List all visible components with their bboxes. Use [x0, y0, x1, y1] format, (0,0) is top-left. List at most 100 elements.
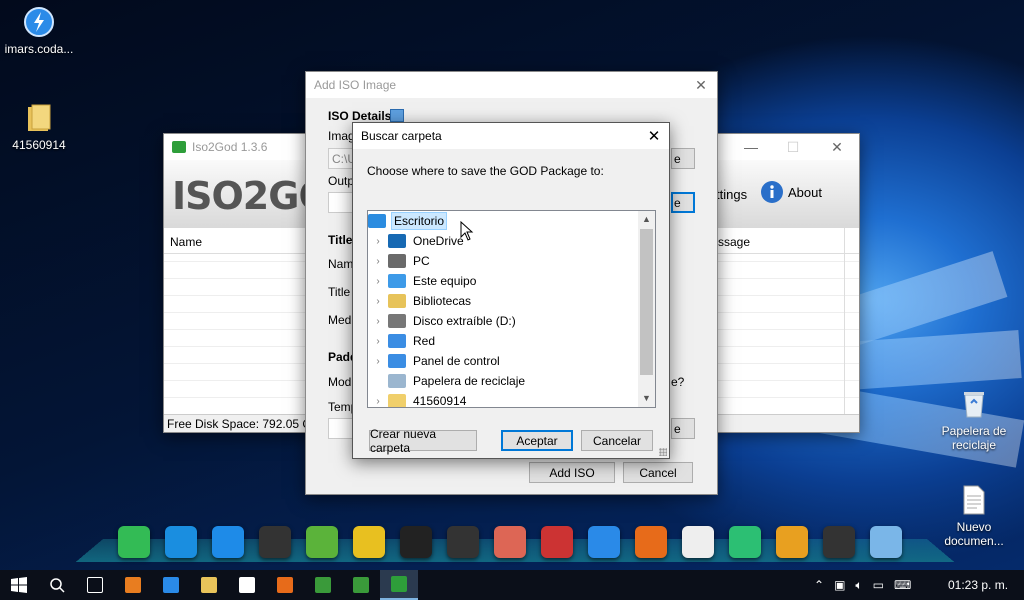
- volume-icon[interactable]: 🔈︎: [855, 578, 862, 593]
- scroll-thumb[interactable]: [640, 229, 653, 375]
- need-for-speed-icon[interactable]: [392, 522, 439, 562]
- add-iso-button[interactable]: Add ISO: [529, 462, 615, 483]
- tree-item-label: 41560914: [413, 394, 467, 408]
- tree-item[interactable]: Escritorio: [368, 211, 638, 231]
- expand-chevron-icon[interactable]: ›: [368, 276, 388, 287]
- media-player-icon[interactable]: [114, 570, 152, 600]
- edge-icon[interactable]: [152, 570, 190, 600]
- add-iso-cancel-button[interactable]: Cancel: [623, 462, 693, 483]
- expand-chevron-icon[interactable]: ›: [368, 396, 388, 407]
- output-label: Outp: [328, 174, 355, 188]
- tree-item[interactable]: › PC: [368, 251, 638, 271]
- search-icon[interactable]: [38, 570, 76, 600]
- expand-chevron-icon[interactable]: ›: [368, 296, 388, 307]
- app-dock: [110, 520, 920, 564]
- camtasia-2-icon[interactable]: [342, 570, 380, 600]
- user-icon: [388, 254, 406, 268]
- black-ops-icon[interactable]: [439, 522, 486, 562]
- expand-chevron-icon[interactable]: ›: [368, 316, 388, 327]
- tree-item[interactable]: › 41560914: [368, 391, 638, 408]
- expand-chevron-icon[interactable]: ›: [368, 336, 388, 347]
- expand-chevron-icon[interactable]: ›: [368, 236, 388, 247]
- clock[interactable]: 01:23 p. m.: [948, 578, 1008, 592]
- browse-temp-button[interactable]: e: [671, 418, 695, 439]
- iso2god-app-icon: [172, 141, 186, 153]
- desktop-icon-recycle-bin[interactable]: Papelera de reciclaje: [929, 388, 1019, 452]
- add-iso-title: Add ISO Image: [314, 78, 397, 92]
- column-message-header[interactable]: ssage: [718, 235, 750, 249]
- browse-image-button[interactable]: e: [671, 148, 695, 169]
- steam-icon[interactable]: [251, 522, 298, 562]
- killer-instinct-icon[interactable]: [768, 522, 815, 562]
- start-icon[interactable]: [0, 570, 38, 600]
- tray-chevron-icon[interactable]: ⌃: [814, 578, 824, 592]
- recycle-bin-icon: [958, 388, 990, 420]
- info-icon: [761, 181, 783, 203]
- utorrent-icon[interactable]: [298, 522, 345, 562]
- browse-folder-close-icon[interactable]: ✕: [637, 123, 671, 149]
- desktop-folder-icon: [368, 214, 386, 228]
- scroll-up-icon[interactable]: ▲: [638, 211, 655, 228]
- minimize-icon[interactable]: —: [734, 134, 768, 160]
- help-icon[interactable]: [390, 109, 404, 122]
- network-icon[interactable]: ▣: [834, 578, 845, 592]
- close-icon[interactable]: ✕: [820, 134, 854, 160]
- tree-scrollbar[interactable]: ▲ ▼: [638, 211, 655, 407]
- desktop-icon-folder-41560914[interactable]: 41560914: [0, 102, 84, 152]
- firefox-icon[interactable]: [266, 570, 304, 600]
- column-name-header[interactable]: Name: [170, 235, 202, 249]
- file-explorer-icon[interactable]: [190, 570, 228, 600]
- paper-plane-icon[interactable]: [721, 522, 768, 562]
- tree-item[interactable]: › Disco extraíble (D:): [368, 311, 638, 331]
- browse-output-button[interactable]: e: [671, 192, 695, 213]
- image-icon[interactable]: [862, 522, 909, 562]
- tree-item[interactable]: › Este equipo: [368, 271, 638, 291]
- recycle-bin-icon: [388, 374, 406, 388]
- computer-icon: [388, 274, 406, 288]
- camera-icon[interactable]: [815, 522, 862, 562]
- name-label: Nam: [328, 257, 354, 271]
- tree-item[interactable]: › Panel de control: [368, 351, 638, 371]
- folder-tree[interactable]: Escritorio › OneDrive › PC › Este equipo › Bibli…: [367, 210, 656, 408]
- nexus-icon[interactable]: [110, 522, 157, 562]
- task-view-icon[interactable]: [76, 570, 114, 600]
- new-folder-button[interactable]: Crear nueva carpeta: [369, 427, 477, 455]
- add-iso-close-icon[interactable]: ✕: [684, 72, 718, 98]
- scroll-down-icon[interactable]: ▼: [638, 390, 655, 407]
- windows7-icon[interactable]: [157, 522, 204, 562]
- camtasia-icon[interactable]: [304, 570, 342, 600]
- maximize-icon[interactable]: ☐: [776, 134, 810, 160]
- firefox-icon[interactable]: [627, 522, 674, 562]
- settings-button[interactable]: ttings: [716, 187, 747, 202]
- tree-item-label: PC: [413, 254, 430, 268]
- tree-item-label: OneDrive: [413, 234, 464, 248]
- tree-item[interactable]: › Red: [368, 331, 638, 351]
- daemon-tools-icon: [23, 6, 55, 38]
- black-ops-3-icon[interactable]: [533, 522, 580, 562]
- accept-button[interactable]: Aceptar: [501, 430, 573, 451]
- daemon-tools-icon[interactable]: [580, 522, 627, 562]
- store-icon[interactable]: [228, 570, 266, 600]
- daemon-icon[interactable]: [204, 522, 251, 562]
- about-button[interactable]: About: [760, 180, 822, 204]
- onedrive-icon: [388, 234, 406, 248]
- iso2god-icon[interactable]: [380, 570, 418, 600]
- black-ops-2-icon[interactable]: [486, 522, 533, 562]
- keyboard-icon[interactable]: ⌨︎: [894, 578, 911, 592]
- media-label: Med: [328, 313, 352, 327]
- notepad-icon[interactable]: [674, 522, 721, 562]
- expand-chevron-icon[interactable]: ›: [368, 256, 388, 267]
- desktop-icon-new-document[interactable]: Nuevo documen...: [929, 484, 1019, 548]
- tree-item[interactable]: Papelera de reciclaje: [368, 371, 638, 391]
- geometry-dash-icon[interactable]: [345, 522, 392, 562]
- iso-details-label: ISO Details: [328, 109, 392, 123]
- tree-item[interactable]: › OneDrive: [368, 231, 638, 251]
- action-center-icon[interactable]: ▭: [873, 578, 884, 592]
- mode-question: e?: [671, 375, 685, 389]
- desktop-icon-imars[interactable]: imars.coda...: [0, 6, 84, 56]
- tree-item[interactable]: › Bibliotecas: [368, 291, 638, 311]
- resize-grip[interactable]: [659, 448, 667, 456]
- cancel-button[interactable]: Cancelar: [581, 430, 653, 451]
- expand-chevron-icon[interactable]: ›: [368, 356, 388, 367]
- browse-folder-prompt: Choose where to save the GOD Package to:: [367, 164, 604, 178]
